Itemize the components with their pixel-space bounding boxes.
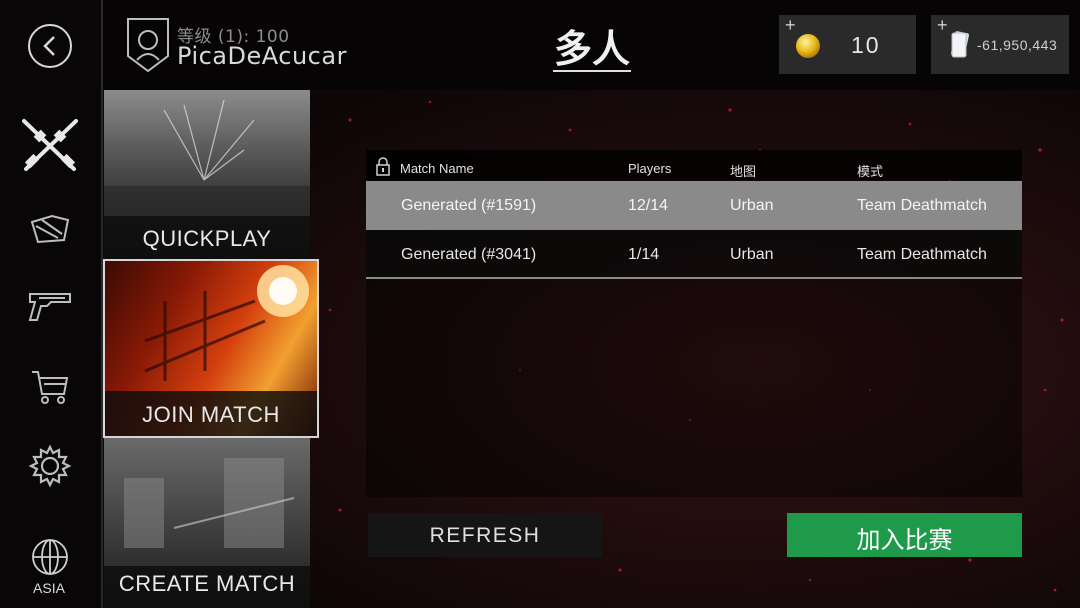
join-match-tile[interactable]: JOIN MATCH — [103, 259, 319, 438]
match-map: Urban — [730, 246, 774, 263]
match-mode: Team Deathmatch — [857, 246, 987, 263]
cash-stack-icon — [951, 31, 969, 58]
column-match-name[interactable]: Match Name — [400, 161, 474, 176]
match-players: 12/14 — [628, 197, 669, 214]
add-coins-icon: + — [785, 15, 796, 35]
column-players[interactable]: Players — [628, 161, 671, 176]
sidebar-item-multiplayer[interactable] — [0, 112, 100, 178]
column-map[interactable]: 地图 — [730, 161, 756, 180]
crossed-rifles-icon — [22, 119, 78, 171]
title-underline — [553, 70, 631, 72]
player-name: PicaDeAcucar — [177, 42, 347, 70]
coins-display[interactable]: + 10 — [779, 15, 916, 74]
refresh-label: REFRESH — [429, 524, 541, 547]
quickplay-tile[interactable]: QUICKPLAY — [104, 90, 310, 260]
add-cash-icon: + — [937, 15, 948, 35]
table-row[interactable]: Generated (#3041) 1/14 Urban Team Deathm… — [366, 230, 1022, 279]
skin-icon — [30, 214, 70, 244]
quickplay-art — [104, 99, 310, 216]
player-emblem-icon — [127, 18, 169, 73]
match-map: Urban — [730, 197, 774, 214]
gear-icon — [28, 444, 72, 488]
cash-display[interactable]: + -61,950,443 — [931, 15, 1069, 74]
sidebar: ASIA — [0, 0, 103, 608]
create-match-label: CREATE MATCH — [118, 571, 296, 596]
sidebar-item-weapons[interactable] — [0, 284, 100, 328]
match-name: Generated (#3041) — [401, 246, 537, 263]
match-players: 1/14 — [628, 246, 660, 263]
gold-coin-icon — [796, 34, 820, 58]
lock-icon — [376, 157, 390, 176]
match-mode: Team Deathmatch — [857, 197, 987, 214]
globe-icon — [32, 539, 68, 575]
back-icon — [28, 24, 72, 68]
player-badge: 等级 (1): 100 PicaDeAcucar — [125, 14, 365, 76]
pistol-icon — [28, 293, 71, 321]
create-match-tile[interactable]: CREATE MATCH — [104, 438, 310, 608]
join-match-label: JOIN MATCH — [142, 402, 280, 427]
table-row[interactable]: Generated (#1591) 12/14 Urban Team Death… — [366, 181, 1022, 230]
join-match-art — [144, 265, 309, 381]
table-header: Match Name Players 地图 模式 — [366, 150, 1022, 180]
sidebar-item-skins[interactable] — [0, 206, 100, 252]
create-match-art — [124, 458, 295, 548]
coins-value: 10 — [851, 32, 881, 58]
cash-value: -61,950,443 — [977, 37, 1058, 53]
region-label: ASIA — [33, 580, 65, 596]
join-match-button-label: 加入比赛 — [856, 526, 953, 554]
match-name: Generated (#1591) — [401, 197, 537, 214]
sidebar-item-shop[interactable] — [0, 364, 100, 408]
back-button[interactable] — [0, 18, 100, 74]
column-mode[interactable]: 模式 — [857, 161, 883, 180]
refresh-button[interactable]: REFRESH — [368, 513, 602, 557]
sidebar-item-region[interactable] — [0, 536, 100, 578]
shopping-cart-icon — [32, 371, 69, 404]
join-match-button[interactable]: 加入比赛 — [787, 513, 1022, 557]
quickplay-label: QUICKPLAY — [142, 226, 272, 251]
sidebar-item-settings[interactable] — [0, 442, 100, 490]
page-title: 多人 — [553, 27, 630, 71]
